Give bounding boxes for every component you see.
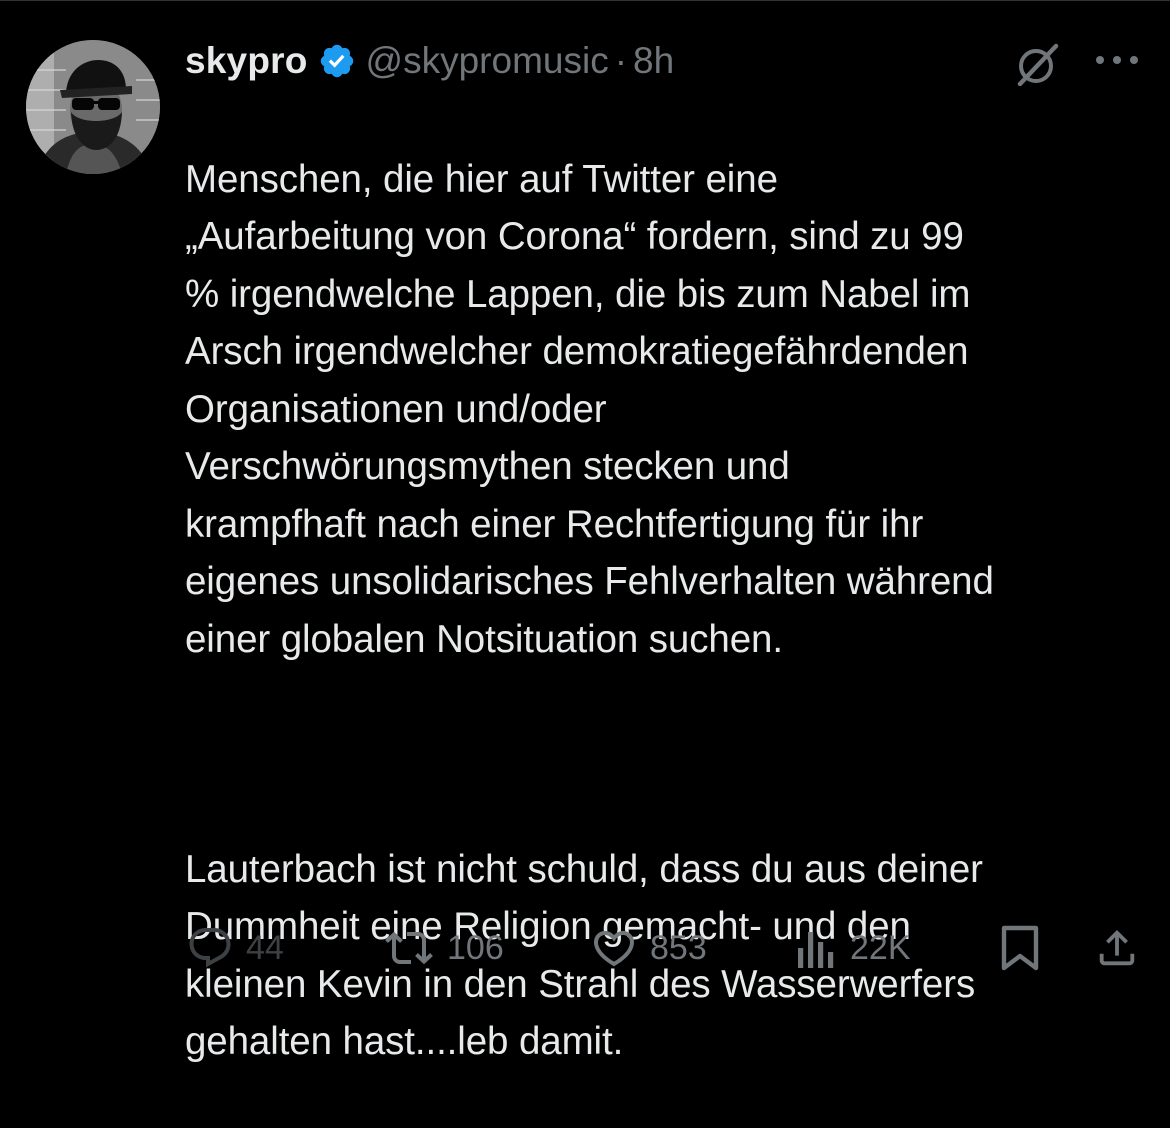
- heart-icon: [593, 931, 635, 967]
- share-icon: [1099, 929, 1135, 966]
- separator-dot: ·: [614, 40, 628, 81]
- reply-icon: [189, 928, 231, 968]
- views-count: 22K: [850, 928, 911, 967]
- reply-button[interactable]: 44: [186, 920, 284, 976]
- retweet-icon: [385, 931, 433, 965]
- reply-count: 44: [246, 928, 284, 967]
- handle[interactable]: @skypromusic: [366, 40, 609, 82]
- like-count: 853: [650, 928, 707, 967]
- tweet-header: skypro @skypromusic · 8h: [185, 36, 674, 86]
- share-button[interactable]: [1094, 920, 1140, 976]
- verified-badge-icon[interactable]: [318, 42, 356, 80]
- avatar[interactable]: [26, 40, 160, 174]
- bookmark-button[interactable]: [998, 920, 1042, 976]
- views-chart-icon: [798, 932, 834, 968]
- timestamp[interactable]: 8h: [633, 40, 674, 82]
- action-bar: 44 106 853 22K: [0, 920, 1170, 976]
- more-options-icon[interactable]: [1092, 52, 1142, 68]
- tweet-paragraph-1: Menschen, die hier auf Twitter eine „Auf…: [185, 157, 994, 661]
- bookmark-icon: [1001, 925, 1039, 971]
- views-button[interactable]: 22K: [794, 920, 911, 976]
- grok-icon[interactable]: [1012, 42, 1064, 87]
- avatar-photo: [26, 40, 160, 174]
- top-divider: [0, 0, 1170, 1]
- like-button[interactable]: 853: [590, 920, 707, 976]
- display-name[interactable]: skypro: [185, 40, 308, 82]
- retweet-button[interactable]: 106: [383, 920, 504, 976]
- retweet-count: 106: [447, 928, 504, 967]
